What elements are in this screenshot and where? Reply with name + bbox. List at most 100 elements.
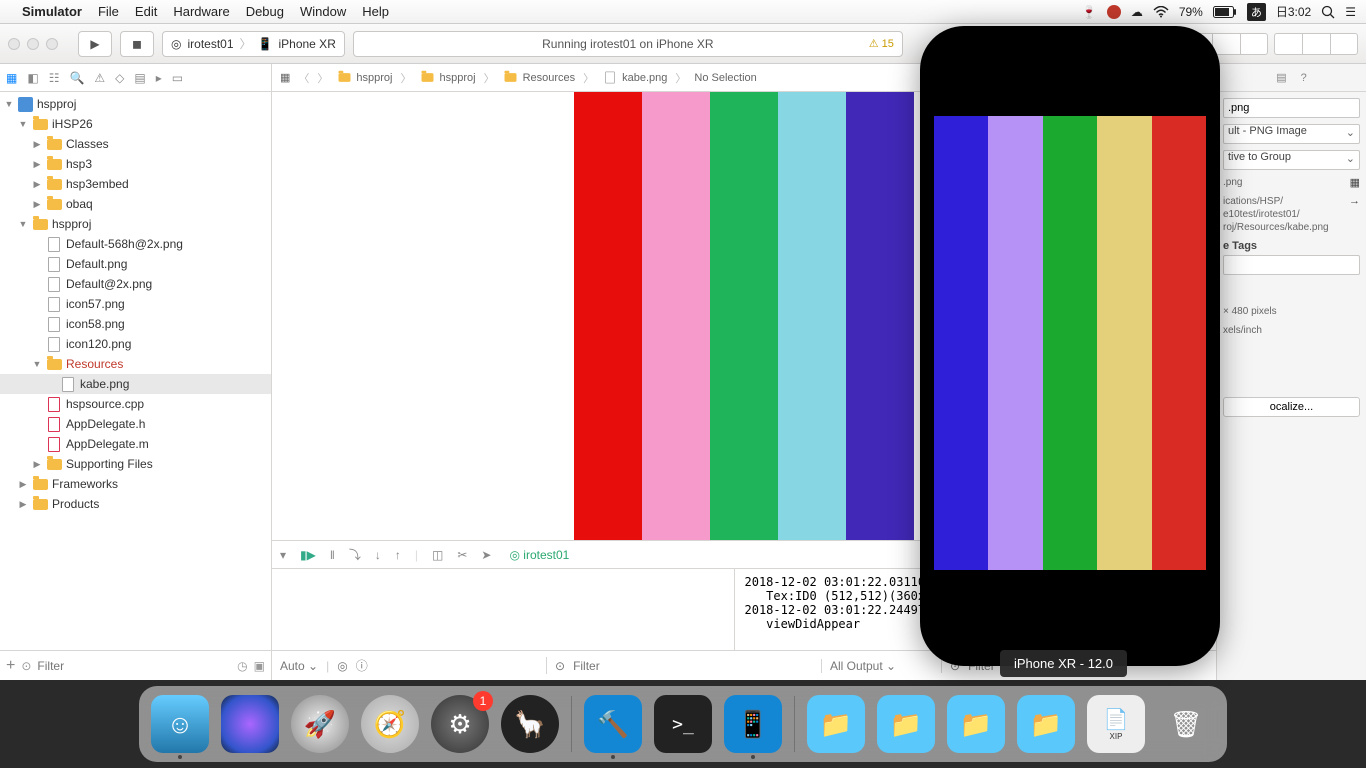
tree-folder[interactable]: ▼hspproj (0, 214, 271, 234)
folder-2[interactable]: 📁 (877, 695, 935, 753)
variables-filter-input[interactable] (573, 659, 813, 673)
tree-file[interactable]: AppDelegate.h (0, 414, 271, 434)
breakpoints-icon[interactable]: ▮▶ (300, 548, 316, 562)
tree-root[interactable]: ▼hspproj (0, 94, 271, 114)
simulator-window[interactable] (920, 26, 1220, 666)
menu-help[interactable]: Help (362, 4, 389, 19)
source-control-icon[interactable]: ◧ (27, 71, 38, 85)
inspector-tabs[interactable]: ▤ ? (1217, 64, 1366, 92)
step-into-icon[interactable]: ↓ (375, 548, 381, 562)
menu-extras-icon[interactable]: ☰ (1345, 5, 1356, 19)
help-inspector-icon[interactable]: ? (1301, 72, 1307, 84)
tree-file[interactable]: icon57.png (0, 294, 271, 314)
tree-folder[interactable]: ▶Products (0, 494, 271, 514)
symbol-navigator-icon[interactable]: ☷ (49, 71, 60, 85)
tree-file[interactable]: AppDelegate.m (0, 434, 271, 454)
clock[interactable]: 日 3:02 (1276, 3, 1311, 20)
back-icon[interactable]: 〈 (298, 70, 309, 86)
run-button[interactable]: ▶ (78, 31, 112, 57)
variables-view[interactable] (272, 569, 735, 650)
related-items-icon[interactable]: ▦ (280, 71, 290, 84)
breakpoint-navigator-icon[interactable]: ▸ (156, 71, 162, 85)
scheme-selector[interactable]: ◎ irotest01 〉 📱 iPhone XR (162, 31, 345, 57)
location-select[interactable]: tive to Group (1223, 150, 1360, 170)
spotlight-icon[interactable] (1321, 5, 1335, 19)
hide-debug-icon[interactable]: ▾ (280, 548, 286, 562)
file-name-input[interactable] (1223, 98, 1360, 118)
cloud-icon[interactable]: ☁ (1131, 5, 1143, 19)
warning-badge[interactable]: ⚠ 15 (869, 37, 894, 50)
pause-icon[interactable]: ‖ (330, 548, 335, 562)
tree-file[interactable]: Default@2x.png (0, 274, 271, 294)
tree-file[interactable]: Default-568h@2x.png (0, 234, 271, 254)
menu-edit[interactable]: Edit (135, 4, 157, 19)
folder-picker-icon[interactable]: ▦ (1350, 176, 1360, 189)
report-navigator-icon[interactable]: ▭ (172, 71, 183, 85)
file-type-select[interactable]: ult - PNG Image (1223, 124, 1360, 144)
tree-folder[interactable]: ▶Supporting Files (0, 454, 271, 474)
siri-app[interactable] (221, 695, 279, 753)
menu-hardware[interactable]: Hardware (173, 4, 229, 19)
folder-4[interactable]: 📁 (1017, 695, 1075, 753)
launchpad-app[interactable]: 🚀 (291, 695, 349, 753)
safari-app[interactable]: 🧭 (361, 695, 419, 753)
tree-file[interactable]: icon58.png (0, 314, 271, 334)
folder-1[interactable]: 📁 (807, 695, 865, 753)
output-selector[interactable]: All Output ⌄ (830, 659, 896, 673)
stop-button[interactable]: ◼ (120, 31, 154, 57)
recent-icon[interactable]: ◷ (237, 659, 247, 673)
info-icon[interactable]: ⓘ (356, 657, 368, 674)
project-tree[interactable]: ▼hspproj ▼iHSP26 ▶Classes ▶hsp3 ▶hsp3emb… (0, 92, 271, 650)
menubar-app[interactable]: Simulator (22, 4, 82, 19)
scm-icon[interactable]: ▣ (254, 659, 265, 673)
tree-folder[interactable]: ▼iHSP26 (0, 114, 271, 134)
menu-debug[interactable]: Debug (246, 4, 284, 19)
memory-graph-icon[interactable]: ✂ (457, 548, 467, 562)
tree-folder[interactable]: ▶Classes (0, 134, 271, 154)
menu-file[interactable]: File (98, 4, 119, 19)
tree-folder[interactable]: ▶hsp3 (0, 154, 271, 174)
step-out-icon[interactable]: ↑ (395, 548, 401, 562)
file-inspector-icon[interactable]: ▤ (1276, 71, 1286, 84)
terminal-app[interactable]: >_ (654, 695, 712, 753)
tree-folder[interactable]: ▶hsp3embed (0, 174, 271, 194)
simulator-app[interactable]: 📱 (724, 695, 782, 753)
debug-target[interactable]: ◎ irotest01 (509, 548, 569, 562)
alpaca-app[interactable]: 🦙 (501, 695, 559, 753)
forward-icon[interactable]: 〉 (317, 70, 328, 86)
tree-file-selected[interactable]: kabe.png (0, 374, 271, 394)
window-controls[interactable] (8, 38, 58, 50)
xcode-app[interactable]: 🔨 (584, 695, 642, 753)
battery-icon[interactable] (1213, 6, 1237, 18)
test-navigator-icon[interactable]: ◇ (115, 71, 124, 85)
panel-toggle-group[interactable] (1274, 33, 1358, 55)
view-debug-icon[interactable]: ◫ (432, 548, 443, 562)
tree-folder-resources[interactable]: ▼Resources (0, 354, 271, 374)
input-method[interactable]: あ (1247, 3, 1266, 21)
wifi-icon[interactable] (1153, 6, 1169, 18)
xip-file[interactable]: 📄XIP (1087, 695, 1145, 753)
status-dot-icon[interactable] (1107, 5, 1121, 19)
step-over-icon[interactable]: ⤵ (349, 546, 361, 563)
localize-button[interactable]: ocalize... (1223, 397, 1360, 417)
tree-folder[interactable]: ▶obaq (0, 194, 271, 214)
folder-3[interactable]: 📁 (947, 695, 1005, 753)
auto-selector[interactable]: Auto ⌄ (280, 659, 318, 673)
navigator-filter-input[interactable] (37, 659, 231, 673)
issue-navigator-icon[interactable]: ⚠ (94, 71, 105, 85)
finder-app[interactable]: ☺ (151, 695, 209, 753)
find-navigator-icon[interactable]: 🔍 (69, 71, 84, 85)
trash[interactable]: 🗑 (1157, 695, 1215, 753)
location-icon[interactable]: ➤ (481, 548, 491, 562)
tree-file[interactable]: icon120.png (0, 334, 271, 354)
wine-icon[interactable]: 🍷 (1082, 5, 1097, 19)
tree-file[interactable]: hspsource.cpp (0, 394, 271, 414)
eye-icon[interactable]: ◎ (337, 659, 347, 673)
navigator-tabs[interactable]: ▦ ◧ ☷ 🔍 ⚠ ◇ ▤ ▸ ▭ (0, 64, 271, 92)
tree-folder[interactable]: ▶Frameworks (0, 474, 271, 494)
tags-input[interactable] (1223, 255, 1360, 275)
debug-navigator-icon[interactable]: ▤ (134, 71, 145, 85)
simulator-screen[interactable] (934, 40, 1206, 652)
tree-file[interactable]: Default.png (0, 254, 271, 274)
settings-app[interactable]: ⚙1 (431, 695, 489, 753)
